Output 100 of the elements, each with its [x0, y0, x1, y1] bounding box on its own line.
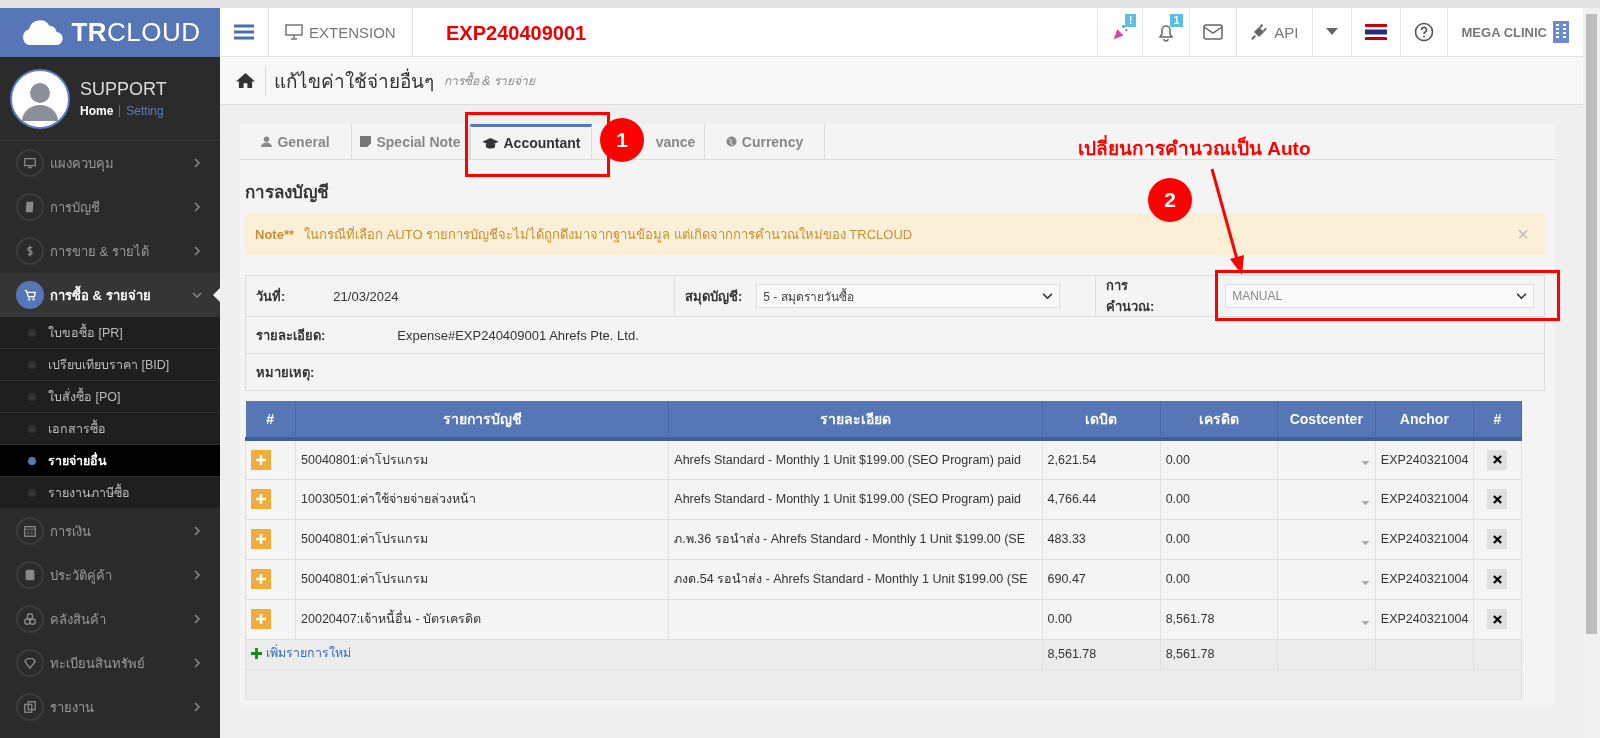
table-cell: 483.33: [1042, 519, 1161, 559]
table-cell: 690.47: [1042, 559, 1161, 599]
chevron-right-icon: [192, 158, 202, 168]
add-button[interactable]: [251, 569, 271, 589]
user-icon: [261, 136, 273, 147]
plus-icon: [251, 647, 262, 659]
table-cell: 50040801:ค่าโปรแกรม: [295, 559, 669, 599]
sidebar-item[interactable]: รายงาน: [0, 685, 220, 729]
plus-icon: [256, 574, 266, 584]
book-icon: [16, 193, 44, 221]
cart-icon: [16, 281, 44, 309]
plug-icon: [1250, 23, 1269, 41]
table-cell: 8,561.78: [1160, 599, 1278, 639]
table-cell: 0.00: [1042, 599, 1161, 639]
table-cell: Ahrefs Standard - Monthly 1 Unit $199.00 (SEO Program) paid: [668, 439, 1043, 479]
sidebar-item[interactable]: ทะเบียนสินทรัพย์: [0, 641, 220, 685]
add-button[interactable]: [251, 489, 271, 509]
plus-icon: [256, 454, 266, 465]
notification-badge: 1: [1169, 14, 1184, 27]
sidebar-item[interactable]: การเงิน: [0, 509, 220, 553]
annotation-text: เปลี่ยนการคำนวณเป็น Auto: [1078, 133, 1311, 163]
field-label: การคำนวณ:: [1106, 277, 1156, 316]
table-cell: EXP240321004: [1375, 519, 1474, 559]
annotation-text: EXP240409001: [446, 22, 587, 45]
close-icon: [1492, 534, 1502, 544]
tab[interactable]: Accountant: [470, 124, 592, 159]
add-button[interactable]: [251, 529, 271, 549]
sidebar-item[interactable]: แผงควบคุม: [0, 141, 220, 185]
detail-value: Expense#EXP240409001 Ahrefs Pte. Ltd.: [397, 327, 639, 343]
caret-icon[interactable]: [1360, 460, 1370, 466]
table-cell: 0.00: [1160, 439, 1278, 479]
table-cell: 50040801:ค่าโปรแกรม: [295, 439, 669, 479]
gem-icon: [16, 649, 44, 677]
total-cell: 8,561.78: [1160, 639, 1278, 669]
monitor-icon: [285, 24, 303, 40]
table-cell: EXP240321004: [1375, 479, 1474, 519]
submenu-item[interactable]: เอกสารซื้อ: [0, 413, 220, 445]
user-name: SUPPORT: [80, 79, 167, 100]
submenu-item[interactable]: รายงานภาษีซื้อ: [0, 477, 220, 509]
sidebar-item[interactable]: คลังสินค้า: [0, 597, 220, 641]
add-button[interactable]: [251, 449, 271, 470]
submenu-item[interactable]: รายจ่ายอื่น: [0, 445, 220, 477]
logo-text: TRCLOUD: [71, 17, 201, 48]
plus-icon: [256, 494, 266, 504]
chevron-right-icon: [192, 246, 202, 256]
caret-icon[interactable]: [1360, 500, 1370, 506]
home-icon[interactable]: [236, 72, 255, 89]
column-header: เครดิต: [1160, 401, 1278, 439]
page-title: แก้ไขค่าใช้จ่ายอื่นๆ: [265, 65, 434, 96]
plus-icon: [256, 534, 266, 544]
field-label: สมุดบัญชี:: [685, 287, 743, 307]
caret-icon[interactable]: [1360, 540, 1370, 546]
delete-button[interactable]: [1487, 569, 1508, 589]
chevron-right-icon: [192, 614, 202, 624]
submenu-item[interactable]: ใบขอซื้อ [PR]: [0, 317, 220, 349]
table-cell: EXP240321004: [1375, 599, 1474, 639]
field-label: วันที่:: [256, 286, 286, 306]
column-header: รายละเอียด: [668, 401, 1043, 439]
table-cell: 0.00: [1160, 559, 1278, 599]
table-cell: 4,766.44: [1042, 479, 1161, 519]
add-button[interactable]: [251, 609, 271, 629]
sidebar-item[interactable]: การซื้อ & รายจ่าย: [0, 273, 220, 317]
delete-button[interactable]: [1487, 529, 1508, 549]
submenu-item[interactable]: ใบสั่งซื้อ [PO]: [0, 381, 220, 413]
notification-badge: !: [1125, 14, 1137, 27]
boxes-icon: [16, 605, 44, 633]
note-icon: [360, 136, 372, 147]
journal-select[interactable]: 5 - สมุดรายวันซื้อ: [756, 284, 1061, 308]
caret-icon[interactable]: [1360, 580, 1370, 586]
profile-link[interactable]: Setting: [126, 104, 164, 118]
graduation-cap-icon: [481, 137, 499, 149]
add-line-link[interactable]: เพิ่มรายการใหม่: [251, 644, 351, 663]
party-popper-icon: [1111, 23, 1130, 41]
table-cell: ภงด.54 รอนำส่ง - Ahrefs Standard - Monthly 1 Unit $199.00 (SE: [668, 559, 1043, 599]
globe-icon: [725, 136, 737, 147]
chevron-right-icon: [192, 202, 202, 212]
profile-link[interactable]: Home: [80, 104, 114, 118]
table-cell: ภ.พ.36 รอนำส่ง - Ahrefs Standard - Monthly 1 Unit $199.00 (SE: [668, 519, 1043, 559]
chevron-right-icon: [192, 658, 202, 668]
sidebar-item[interactable]: ประวัติคู่ค้า: [0, 553, 220, 597]
delete-button[interactable]: [1487, 609, 1508, 629]
close-icon: [1492, 574, 1502, 584]
submenu-item[interactable]: เปรียบเทียบราคา [BID]: [0, 349, 220, 381]
table-cell: 0.00: [1160, 519, 1278, 559]
delete-button[interactable]: [1487, 449, 1508, 470]
alert-label: Note**: [255, 226, 294, 242]
table-cell: 0.00: [1160, 479, 1278, 519]
delete-button[interactable]: [1487, 489, 1508, 509]
envelope-icon: [1203, 24, 1224, 40]
close-icon: [1492, 614, 1502, 624]
sidebar-item[interactable]: การบัญชี: [0, 185, 220, 229]
calculation-select[interactable]: MANUAL: [1225, 284, 1534, 308]
sidebar-item[interactable]: การขาย & รายได้: [0, 229, 220, 273]
copy-icon: [16, 693, 44, 721]
close-icon: [1492, 455, 1502, 465]
table-cell: 2,621.54: [1042, 439, 1161, 479]
scrollbar[interactable]: [1583, 8, 1600, 738]
caret-icon[interactable]: [1360, 620, 1370, 626]
table-cell: EXP240321004: [1375, 559, 1474, 599]
menu-icon: [234, 24, 254, 40]
